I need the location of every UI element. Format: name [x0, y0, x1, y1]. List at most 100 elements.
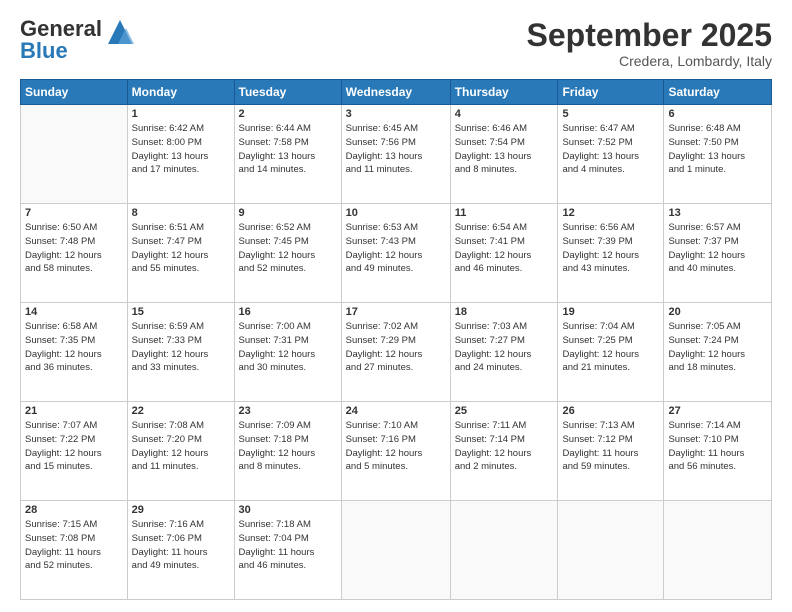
day-number: 20: [668, 306, 767, 318]
calendar-cell: [341, 501, 450, 600]
day-info: Sunrise: 6:42 AM Sunset: 8:00 PM Dayligh…: [132, 122, 230, 177]
day-number: 4: [455, 108, 554, 120]
calendar-cell: 29 Sunrise: 7:16 AM Sunset: 7:06 PM Dayli…: [127, 501, 234, 600]
day-info: Sunrise: 7:02 AM Sunset: 7:29 PM Dayligh…: [346, 320, 446, 375]
day-number: 17: [346, 306, 446, 318]
day-info: Sunrise: 7:13 AM Sunset: 7:12 PM Dayligh…: [562, 419, 659, 474]
day-number: 11: [455, 207, 554, 219]
week-row-2: 7Sunrise: 6:50 AM Sunset: 7:48 PM Daylig…: [21, 204, 772, 303]
logo-text: GeneralBlue: [20, 18, 102, 62]
day-info: Sunrise: 7:16 AM Sunset: 7:06 PM Dayligh…: [132, 518, 230, 573]
calendar-cell: 5 Sunrise: 6:47 AM Sunset: 7:52 PM Daylig…: [558, 105, 664, 204]
day-info: Sunrise: 7:09 AM Sunset: 7:18 PM Dayligh…: [239, 419, 337, 474]
calendar-cell: 10Sunrise: 6:53 AM Sunset: 7:43 PM Dayli…: [341, 204, 450, 303]
calendar-page: GeneralBlue September 2025 Credera, Lomb…: [0, 0, 792, 612]
day-number: 5: [562, 108, 659, 120]
day-info: Sunrise: 7:05 AM Sunset: 7:24 PM Dayligh…: [668, 320, 767, 375]
calendar-cell: 8 Sunrise: 6:51 AM Sunset: 7:47 PM Daylig…: [127, 204, 234, 303]
calendar-cell: 19 Sunrise: 7:04 AM Sunset: 7:25 PM Dayli…: [558, 303, 664, 402]
calendar-cell: 30 Sunrise: 7:18 AM Sunset: 7:04 PM Dayli…: [234, 501, 341, 600]
day-info: Sunrise: 6:47 AM Sunset: 7:52 PM Dayligh…: [562, 122, 659, 177]
day-number: 15: [132, 306, 230, 318]
calendar-cell: 15Sunrise: 6:59 AM Sunset: 7:33 PM Dayli…: [127, 303, 234, 402]
day-info: Sunrise: 7:15 AM Sunset: 7:08 PM Dayligh…: [25, 518, 123, 573]
calendar-cell: 6 Sunrise: 6:48 AM Sunset: 7:50 PM Daylig…: [664, 105, 772, 204]
calendar-cell: 20 Sunrise: 7:05 AM Sunset: 7:24 PM Dayli…: [664, 303, 772, 402]
day-info: Sunrise: 7:18 AM Sunset: 7:04 PM Dayligh…: [239, 518, 337, 573]
month-title: September 2025: [527, 18, 772, 53]
day-number: 30: [239, 504, 337, 516]
weekday-header-sunday: Sunday: [21, 80, 128, 105]
day-number: 1: [132, 108, 230, 120]
day-number: 22: [132, 405, 230, 417]
day-info: Sunrise: 6:46 AM Sunset: 7:54 PM Dayligh…: [455, 122, 554, 177]
day-number: 14: [25, 306, 123, 318]
calendar-cell: 18Sunrise: 7:03 AM Sunset: 7:27 PM Dayli…: [450, 303, 558, 402]
day-info: Sunrise: 6:48 AM Sunset: 7:50 PM Dayligh…: [668, 122, 767, 177]
calendar-cell: 3 Sunrise: 6:45 AM Sunset: 7:56 PM Daylig…: [341, 105, 450, 204]
day-info: Sunrise: 7:14 AM Sunset: 7:10 PM Dayligh…: [668, 419, 767, 474]
calendar-cell: 26 Sunrise: 7:13 AM Sunset: 7:12 PM Dayli…: [558, 402, 664, 501]
day-number: 26: [562, 405, 659, 417]
calendar-cell: 21Sunrise: 7:07 AM Sunset: 7:22 PM Dayli…: [21, 402, 128, 501]
calendar-cell: 24Sunrise: 7:10 AM Sunset: 7:16 PM Dayli…: [341, 402, 450, 501]
day-number: 19: [562, 306, 659, 318]
day-number: 9: [239, 207, 337, 219]
calendar-cell: 16 Sunrise: 7:00 AM Sunset: 7:31 PM Dayli…: [234, 303, 341, 402]
title-block: September 2025 Credera, Lombardy, Italy: [527, 18, 772, 69]
day-number: 16: [239, 306, 337, 318]
day-info: Sunrise: 7:00 AM Sunset: 7:31 PM Dayligh…: [239, 320, 337, 375]
day-info: Sunrise: 7:03 AM Sunset: 7:27 PM Dayligh…: [455, 320, 554, 375]
day-info: Sunrise: 6:53 AM Sunset: 7:43 PM Dayligh…: [346, 221, 446, 276]
calendar-cell: 13 Sunrise: 6:57 AM Sunset: 7:37 PM Dayli…: [664, 204, 772, 303]
day-info: Sunrise: 6:58 AM Sunset: 7:35 PM Dayligh…: [25, 320, 123, 375]
day-number: 8: [132, 207, 230, 219]
calendar-cell: [21, 105, 128, 204]
calendar-cell: 7Sunrise: 6:50 AM Sunset: 7:48 PM Daylig…: [21, 204, 128, 303]
calendar-table: SundayMondayTuesdayWednesdayThursdayFrid…: [20, 79, 772, 600]
day-number: 6: [668, 108, 767, 120]
logo-icon: [104, 16, 136, 48]
calendar-cell: 22 Sunrise: 7:08 AM Sunset: 7:20 PM Dayli…: [127, 402, 234, 501]
day-info: Sunrise: 6:57 AM Sunset: 7:37 PM Dayligh…: [668, 221, 767, 276]
calendar-cell: 27 Sunrise: 7:14 AM Sunset: 7:10 PM Dayli…: [664, 402, 772, 501]
weekday-header-friday: Friday: [558, 80, 664, 105]
week-row-3: 14 Sunrise: 6:58 AM Sunset: 7:35 PM Dayli…: [21, 303, 772, 402]
day-number: 25: [455, 405, 554, 417]
day-info: Sunrise: 7:08 AM Sunset: 7:20 PM Dayligh…: [132, 419, 230, 474]
day-info: Sunrise: 6:54 AM Sunset: 7:41 PM Dayligh…: [455, 221, 554, 276]
calendar-cell: 25 Sunrise: 7:11 AM Sunset: 7:14 PM Dayli…: [450, 402, 558, 501]
day-number: 13: [668, 207, 767, 219]
week-row-5: 28 Sunrise: 7:15 AM Sunset: 7:08 PM Dayli…: [21, 501, 772, 600]
calendar-cell: 28 Sunrise: 7:15 AM Sunset: 7:08 PM Dayli…: [21, 501, 128, 600]
header: GeneralBlue September 2025 Credera, Lomb…: [20, 18, 772, 69]
calendar-cell: 17 Sunrise: 7:02 AM Sunset: 7:29 PM Dayli…: [341, 303, 450, 402]
day-number: 27: [668, 405, 767, 417]
calendar-cell: 2Sunrise: 6:44 AM Sunset: 7:58 PM Daylig…: [234, 105, 341, 204]
calendar-cell: [450, 501, 558, 600]
day-info: Sunrise: 7:11 AM Sunset: 7:14 PM Dayligh…: [455, 419, 554, 474]
day-number: 29: [132, 504, 230, 516]
calendar-cell: [664, 501, 772, 600]
day-number: 28: [25, 504, 123, 516]
calendar-cell: 12Sunrise: 6:56 AM Sunset: 7:39 PM Dayli…: [558, 204, 664, 303]
day-info: Sunrise: 7:07 AM Sunset: 7:22 PM Dayligh…: [25, 419, 123, 474]
day-info: Sunrise: 6:45 AM Sunset: 7:56 PM Dayligh…: [346, 122, 446, 177]
weekday-header-tuesday: Tuesday: [234, 80, 341, 105]
calendar-cell: [558, 501, 664, 600]
day-info: Sunrise: 6:50 AM Sunset: 7:48 PM Dayligh…: [25, 221, 123, 276]
weekday-header-monday: Monday: [127, 80, 234, 105]
calendar-cell: 11 Sunrise: 6:54 AM Sunset: 7:41 PM Dayli…: [450, 204, 558, 303]
day-number: 3: [346, 108, 446, 120]
day-info: Sunrise: 6:51 AM Sunset: 7:47 PM Dayligh…: [132, 221, 230, 276]
weekday-header-wednesday: Wednesday: [341, 80, 450, 105]
logo: GeneralBlue: [20, 18, 136, 62]
week-row-1: 1 Sunrise: 6:42 AM Sunset: 8:00 PM Daylig…: [21, 105, 772, 204]
day-info: Sunrise: 7:04 AM Sunset: 7:25 PM Dayligh…: [562, 320, 659, 375]
day-info: Sunrise: 7:10 AM Sunset: 7:16 PM Dayligh…: [346, 419, 446, 474]
day-number: 2: [239, 108, 337, 120]
calendar-cell: 14 Sunrise: 6:58 AM Sunset: 7:35 PM Dayli…: [21, 303, 128, 402]
weekday-header-saturday: Saturday: [664, 80, 772, 105]
calendar-cell: 4 Sunrise: 6:46 AM Sunset: 7:54 PM Daylig…: [450, 105, 558, 204]
calendar-cell: 1 Sunrise: 6:42 AM Sunset: 8:00 PM Daylig…: [127, 105, 234, 204]
